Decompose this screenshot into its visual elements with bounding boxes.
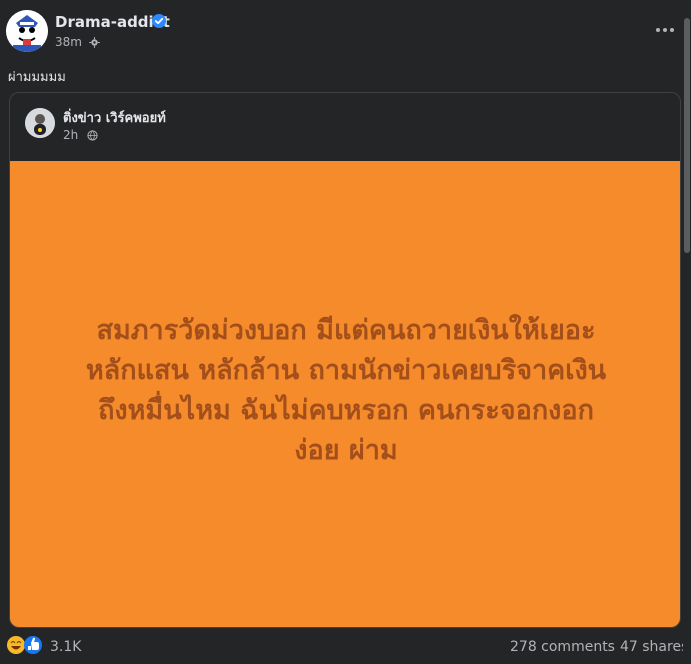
shared-post-timestamp[interactable]: 2h <box>63 128 78 142</box>
facebook-post: Drama-addict 38m ผ่ามมมมม ติ่งข่าว เวิร์… <box>0 0 691 664</box>
more-options-icon <box>656 28 674 32</box>
shared-post-card[interactable]: ติ่งข่าว เวิร์คพอยท์ 2h สมภารวัดม่วงบอก … <box>9 92 681 628</box>
reaction-count[interactable]: 3.1K <box>50 639 81 655</box>
more-options-button[interactable] <box>650 20 680 40</box>
reaction-icons[interactable] <box>6 634 46 656</box>
quote-line-3: ถึงหมื่นไหม ฉันไม่คบหรอก คนกระจอกงอก <box>98 395 594 426</box>
shared-post-image[interactable]: สมภารวัดม่วงบอก มีแต่คนถวายเงินให้เยอะ ห… <box>10 161 680 627</box>
quote-text: สมภารวัดม่วงบอก มีแต่คนถวายเงินให้เยอะ ห… <box>36 311 656 471</box>
post-caption: ผ่ามมมมม <box>8 70 66 85</box>
shared-avatar-icon <box>25 108 55 138</box>
haha-reaction-icon <box>7 636 25 654</box>
shared-post-header: ติ่งข่าว เวิร์คพอยท์ 2h <box>10 93 680 161</box>
post-footer: 3.1K 278 comments 47 shares <box>0 632 691 662</box>
comments-count[interactable]: 278 comments <box>510 639 615 655</box>
shared-author-name[interactable]: ติ่งข่าว เวิร์คพอยท์ <box>63 107 166 128</box>
cartoon-avatar-icon <box>6 10 48 52</box>
quote-line-2: หลักแสน หลักล้าน ถามนักข่าวเคยบริจาคเงิน <box>85 355 607 386</box>
shares-count[interactable]: 47 shares <box>620 639 688 655</box>
quote-line-4: ง่อย ผ่าม <box>294 435 398 466</box>
gear-icon <box>89 37 100 48</box>
vertical-scrollbar[interactable] <box>683 0 691 664</box>
post-timestamp[interactable]: 38m <box>55 35 82 49</box>
globe-icon <box>87 130 98 141</box>
like-reaction-icon <box>24 636 42 654</box>
author-avatar[interactable] <box>6 10 48 52</box>
verified-badge-icon <box>152 14 166 28</box>
post-header: Drama-addict 38m <box>0 0 691 58</box>
shared-author-avatar[interactable] <box>25 108 55 138</box>
quote-line-1: สมภารวัดม่วงบอก มีแต่คนถวายเงินให้เยอะ <box>96 315 596 346</box>
scrollbar-thumb[interactable] <box>684 18 690 253</box>
